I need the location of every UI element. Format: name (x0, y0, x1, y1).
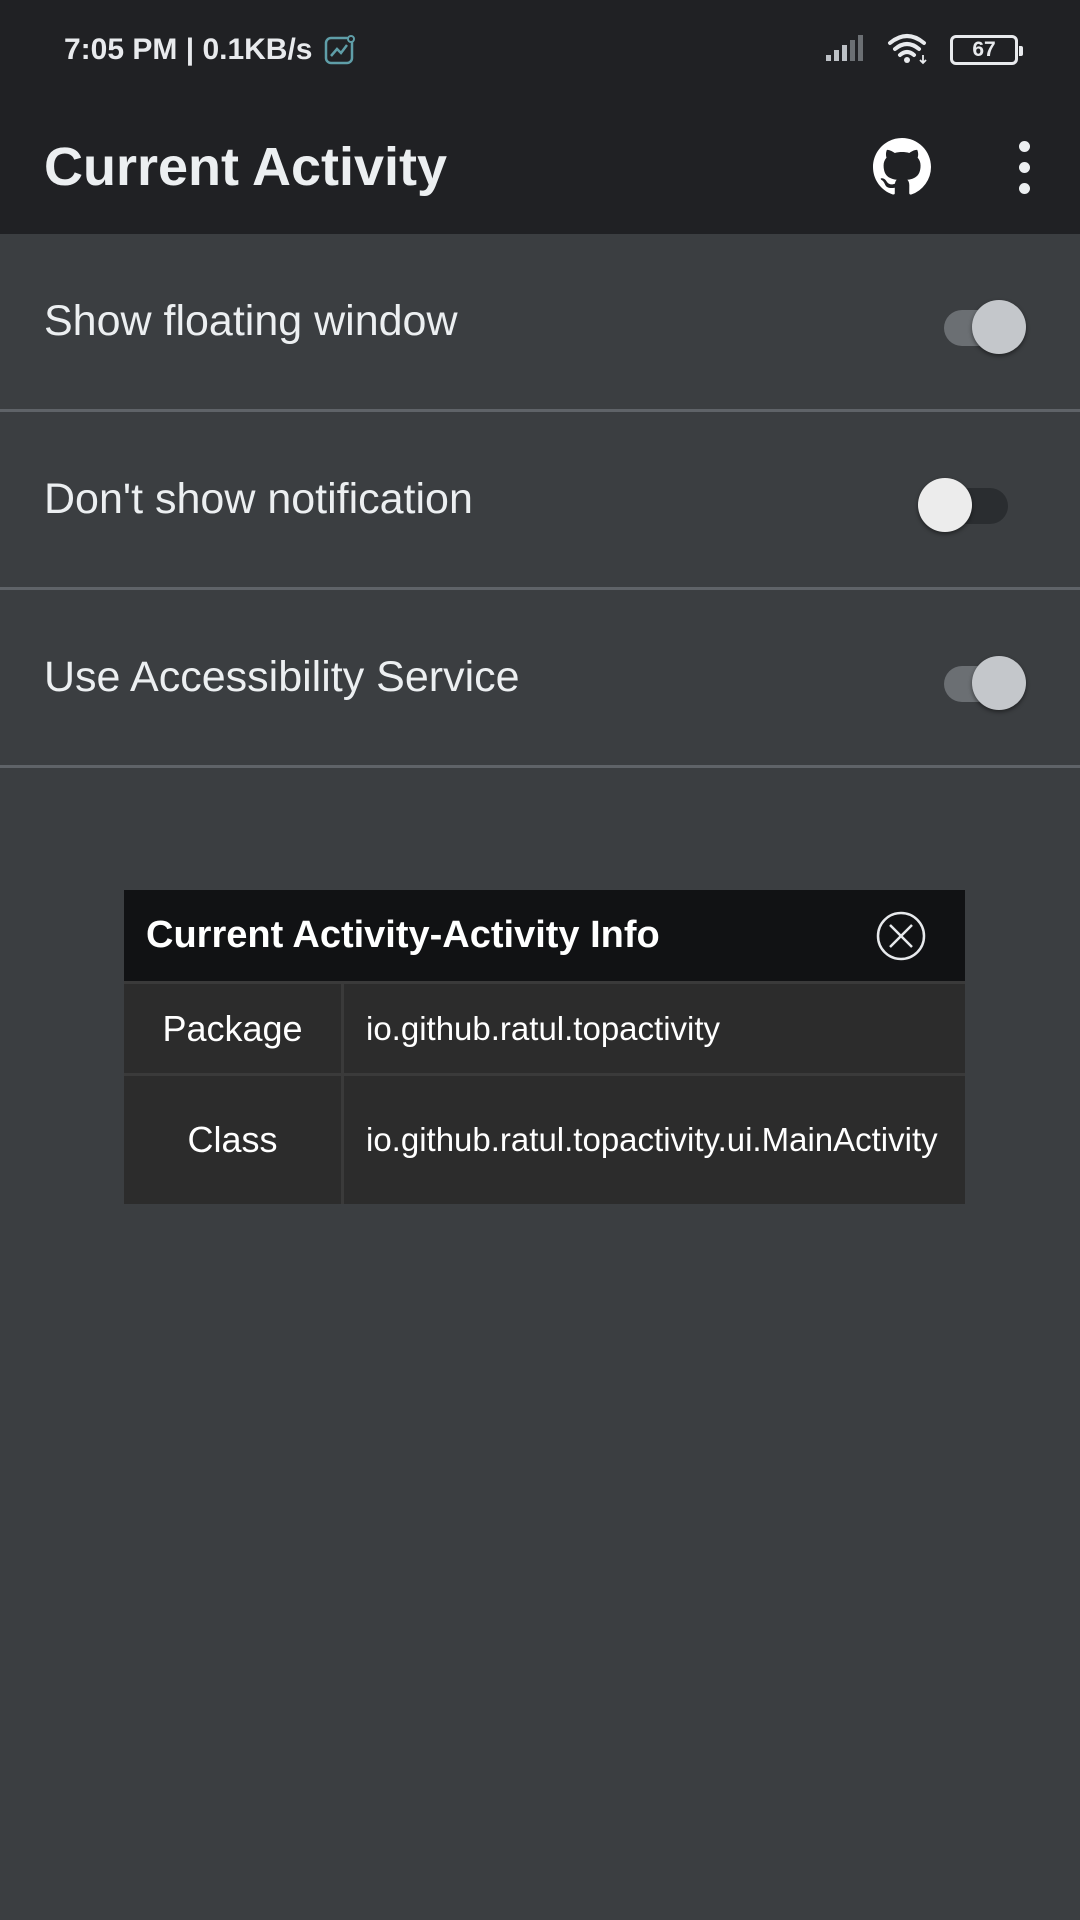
setting-label: Show floating window (44, 297, 458, 345)
close-icon (876, 911, 926, 960)
switch-thumb (918, 477, 972, 532)
floating-window-switch[interactable] (936, 292, 1026, 354)
status-right: 67 (824, 31, 1023, 70)
github-button[interactable] (872, 137, 932, 197)
app-title: Current Activity (44, 137, 448, 197)
switch-thumb (972, 299, 1026, 354)
switch-thumb (972, 655, 1026, 710)
wifi-icon (886, 31, 930, 70)
info-key: Class (124, 1076, 344, 1204)
close-button[interactable] (875, 910, 927, 962)
info-value[interactable]: io.github.ratul.topactivity (344, 984, 965, 1073)
app-bar: Current Activity (0, 100, 1080, 234)
activity-info-header[interactable]: Current Activity-Activity Info (124, 890, 965, 984)
github-icon (873, 138, 931, 195)
signal-icon (824, 33, 866, 68)
setting-use-accessibility-service[interactable]: Use Accessibility Service (0, 590, 1080, 768)
status-bar: 7:05 PM | 0.1KB/s 67 (0, 0, 1080, 100)
activity-info-window[interactable]: Current Activity-Activity Info Package i… (124, 890, 965, 1204)
status-time-speed: 7:05 PM | 0.1KB/s (64, 33, 313, 66)
notification-switch[interactable] (918, 470, 1008, 532)
settings-list: Show floating window Don't show notifica… (0, 234, 1080, 768)
info-value[interactable]: io.github.ratul.topactivity.ui.MainActiv… (344, 1076, 965, 1204)
more-options-icon (1018, 161, 1030, 173)
battery-level: 67 (972, 38, 996, 61)
battery-icon: 67 (950, 35, 1023, 65)
more-options-icon (1018, 140, 1030, 152)
info-key: Package (124, 984, 344, 1073)
more-options-button[interactable] (1014, 137, 1034, 197)
info-row-package: Package io.github.ratul.topactivity (124, 984, 965, 1076)
app-bar-actions (872, 137, 1036, 197)
setting-dont-show-notification[interactable]: Don't show notification (0, 412, 1080, 590)
info-row-class: Class io.github.ratul.topactivity.ui.Mai… (124, 1076, 965, 1204)
activity-info-title: Current Activity-Activity Info (146, 914, 660, 956)
accessibility-service-switch[interactable] (936, 648, 1026, 710)
more-options-icon (1018, 182, 1030, 194)
setting-show-floating-window[interactable]: Show floating window (0, 234, 1080, 412)
net-activity-icon (323, 33, 357, 67)
setting-label: Don't show notification (44, 475, 473, 523)
setting-label: Use Accessibility Service (44, 653, 520, 701)
status-left: 7:05 PM | 0.1KB/s (64, 33, 357, 67)
